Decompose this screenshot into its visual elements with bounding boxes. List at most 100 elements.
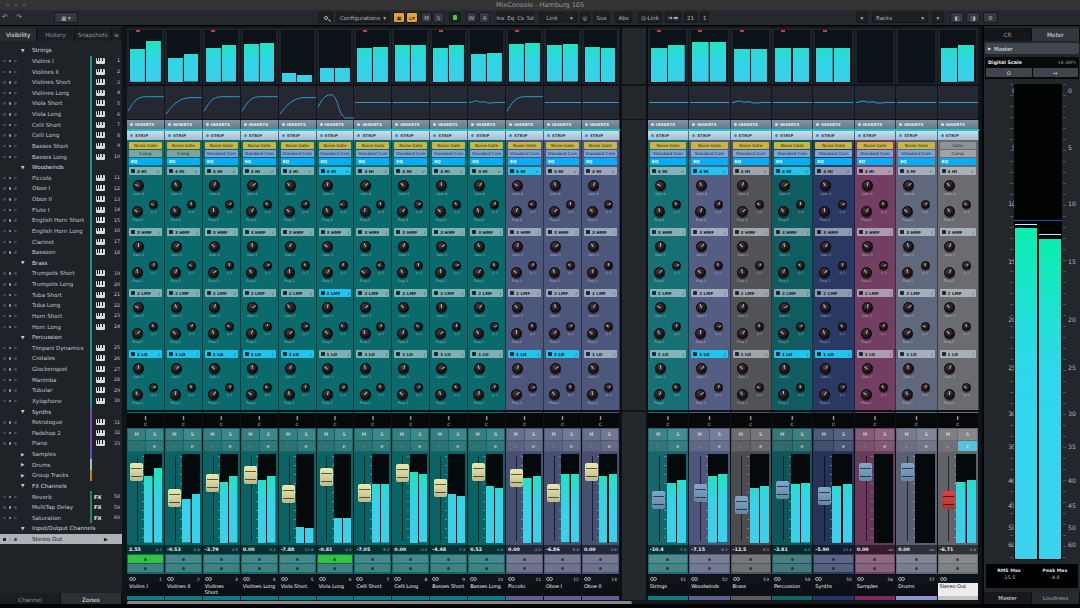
eq-band-header[interactable]: 4 HI✓ (319, 167, 352, 175)
rail-dot[interactable] (9, 357, 12, 360)
automation-read-button[interactable] (545, 555, 580, 563)
freq-knob[interactable] (208, 206, 219, 217)
rail-dot[interactable] (9, 421, 12, 424)
solo-button[interactable]: S (958, 429, 977, 440)
solo-button[interactable]: S (751, 429, 770, 440)
gate-slot[interactable]: Noise Gate (584, 142, 617, 149)
sidebar-item-basses-long[interactable]: Basses Long10 (0, 151, 122, 162)
sidebar-item-drums[interactable]: ▶Drums (0, 459, 122, 470)
eq-band-header[interactable]: 4 HI✓ (394, 167, 427, 175)
freq-knob[interactable] (170, 389, 181, 400)
freq-knob[interactable] (170, 328, 181, 339)
eq-band-header[interactable]: 2 LMF/ (167, 289, 200, 297)
freq-knob[interactable] (737, 328, 748, 339)
sidebar-item-horn-long[interactable]: Horn Long24 (0, 321, 122, 332)
gain-knob[interactable] (247, 241, 258, 252)
comp-slot[interactable]: Standard Com (470, 150, 503, 157)
freq-knob[interactable] (819, 206, 830, 217)
gate-slot[interactable]: Noise Gate (733, 142, 769, 149)
rail-dot[interactable] (14, 347, 17, 350)
listen-button[interactable]: L (732, 441, 751, 451)
q-knob[interactable] (755, 322, 764, 331)
gain-knob[interactable] (474, 180, 485, 191)
sidebar-item-tuba-long[interactable]: Tuba Long22 (0, 300, 122, 311)
channel-name[interactable]: Basses Short (430, 583, 467, 596)
freq-knob[interactable] (246, 328, 257, 339)
eq-band-header[interactable]: 3 HMF/ (394, 228, 427, 236)
rail-dot[interactable] (14, 272, 17, 275)
channel-count[interactable]: 21 (684, 12, 697, 23)
gain-knob[interactable] (737, 180, 748, 191)
gain-knob[interactable] (820, 363, 831, 374)
rail-dot[interactable] (9, 92, 12, 95)
freq-knob[interactable] (397, 328, 408, 339)
strip-rack-header[interactable]: STRIP (506, 131, 544, 140)
automation-read-button[interactable] (856, 555, 894, 563)
freq-knob[interactable] (284, 206, 295, 217)
freq-knob[interactable] (861, 328, 872, 339)
eq-band-header[interactable]: 3 HMF/ (319, 228, 352, 236)
q-knob[interactable] (452, 322, 461, 331)
sidebar-item-oboe-ii[interactable]: Oboe II13 (0, 194, 122, 205)
freq-knob[interactable] (322, 389, 333, 400)
channel-name[interactable]: Celli Short (354, 583, 391, 596)
gain-knob[interactable] (944, 363, 955, 374)
q-knob[interactable] (452, 261, 461, 270)
strip-rack-header[interactable]: STRIP (279, 131, 317, 140)
gain-knob[interactable] (398, 363, 409, 374)
gain-knob[interactable] (322, 302, 333, 313)
gain-knob[interactable] (171, 241, 182, 252)
strip-rack-header[interactable]: STRIP (582, 131, 620, 140)
eq-band-header[interactable]: 3 HMF/ (940, 228, 976, 236)
q-knob[interactable] (566, 200, 575, 209)
gate-slot[interactable]: Noise Gate (243, 142, 276, 149)
solo-button[interactable]: S (260, 429, 277, 440)
eq-slot[interactable]: EQ (650, 158, 686, 165)
mute-button[interactable]: M (431, 429, 448, 440)
freq-knob[interactable] (737, 206, 748, 217)
automation-read-button[interactable] (128, 555, 163, 563)
gate-slot[interactable]: Noise Gate (432, 142, 465, 149)
tree-toggle-icon[interactable]: ▶ (21, 462, 24, 467)
rail-dot[interactable] (3, 400, 6, 403)
channel-name[interactable]: Samples (855, 583, 895, 596)
rail-dot[interactable] (14, 294, 17, 297)
channel-name[interactable]: Drums (896, 583, 936, 596)
rail-dot[interactable] (9, 134, 12, 137)
mute-button[interactable]: M (583, 429, 600, 440)
gain-knob[interactable] (436, 363, 447, 374)
sidebar-item-bassoon[interactable]: Bassoon18 (0, 247, 122, 258)
freq-knob[interactable] (435, 328, 446, 339)
eq-slot[interactable]: EQ (243, 158, 276, 165)
rail-dot[interactable] (9, 102, 12, 105)
eq-band-header[interactable]: 4 HI✓ (470, 167, 503, 175)
eq-slot[interactable]: EQ (815, 158, 851, 165)
rail-dot[interactable] (9, 145, 12, 148)
channel-name[interactable]: Celli Long (392, 583, 429, 596)
sidebar-item-padshop-2[interactable]: Padshop 232 (0, 428, 122, 439)
redo-icon[interactable]: ↷ (16, 13, 22, 21)
tab-loudness[interactable]: Loudness (1032, 592, 1080, 604)
comp-slot[interactable]: Standard Com (319, 150, 352, 157)
routing-display[interactable]: !C (731, 413, 771, 428)
rail-dot[interactable] (9, 326, 12, 329)
freq-knob[interactable] (587, 389, 598, 400)
edit-button[interactable]: e (487, 441, 504, 451)
comp-slot[interactable]: Standard Com (815, 150, 851, 157)
mute-button[interactable]: M (690, 429, 709, 440)
edit-button[interactable]: e (146, 441, 163, 451)
gain-knob[interactable] (779, 241, 790, 252)
sidebar-item-basses-short[interactable]: Basses Short9 (0, 141, 122, 152)
rail-dot[interactable] (3, 517, 6, 520)
q-knob[interactable] (755, 383, 764, 392)
eq-band-header[interactable]: 4 HI✓ (167, 167, 200, 175)
q-knob[interactable] (225, 322, 234, 331)
freq-knob[interactable] (737, 267, 748, 278)
eq-band-header[interactable]: 1 LO/ (129, 350, 162, 358)
rail-dot[interactable] (9, 187, 12, 190)
solo-button[interactable]: S (449, 429, 466, 440)
mute-button[interactable]: M (421, 12, 432, 23)
automation-read-button[interactable] (393, 555, 428, 563)
gain-knob[interactable] (474, 363, 485, 374)
freq-knob[interactable] (170, 267, 181, 278)
